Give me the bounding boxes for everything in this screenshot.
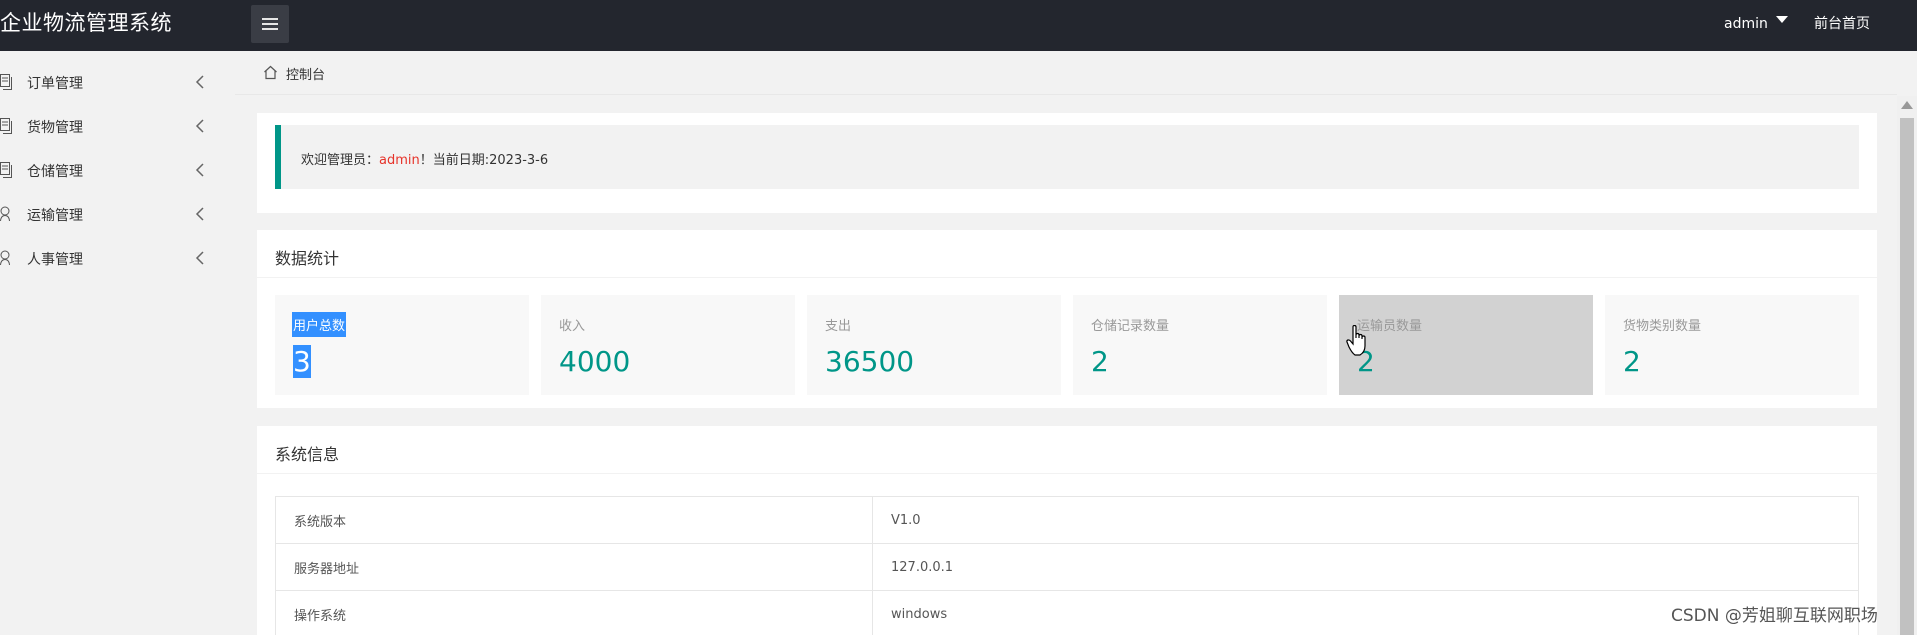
stat-label: 支出 — [825, 319, 852, 334]
stat-label: 收入 — [559, 319, 586, 334]
document-icon — [0, 74, 12, 90]
welcome-text: 欢迎管理员：admin！当前日期:2023-3-6 — [301, 149, 548, 168]
stat-value: 2 — [1091, 345, 1109, 378]
row-value: 127.0.0.1 — [872, 543, 1859, 591]
breadcrumb-console[interactable]: 控制台 — [286, 64, 325, 83]
stats-card: 数据统计 用户总数 3 收入 4000 支出 36500 仓储记录数量 2 运输… — [257, 230, 1877, 408]
sidebar-item-orders[interactable]: 订单管理 — [0, 61, 235, 105]
system-info-table: 系统版本 V1.0 服务器地址 127.0.0.1 操作系统 windows — [275, 496, 1859, 635]
table-row: 系统版本 V1.0 — [275, 496, 1859, 544]
app-title: 企业物流管理系统 — [0, 11, 172, 35]
welcome-username: admin — [379, 153, 420, 168]
stat-value: 4000 — [559, 345, 631, 378]
document-icon — [0, 118, 12, 134]
document-icon — [0, 162, 12, 178]
stat-expense[interactable]: 支出 36500 — [807, 295, 1061, 395]
user-icon — [0, 250, 10, 266]
user-dropdown[interactable]: admin — [1724, 12, 1788, 36]
stat-label: 用户总数 — [292, 312, 347, 337]
welcome-date: ！当前日期:2023-3-6 — [419, 153, 549, 168]
top-header: 企业物流管理系统 admin 前台首页 — [0, 0, 1917, 51]
sidebar-item-label: 货物管理 — [27, 120, 83, 136]
sidebar-item-transport[interactable]: 运输管理 — [0, 193, 235, 237]
sidebar-item-label: 订单管理 — [27, 76, 83, 92]
welcome-card: 欢迎管理员：admin！当前日期:2023-3-6 — [257, 113, 1877, 213]
sidebar-item-goods[interactable]: 货物管理 — [0, 105, 235, 149]
welcome-banner: 欢迎管理员：admin！当前日期:2023-3-6 — [275, 125, 1859, 189]
stat-label: 货物类别数量 — [1623, 319, 1702, 334]
divider — [257, 473, 1877, 474]
stat-label: 仓储记录数量 — [1091, 319, 1170, 334]
scroll-up-arrow-icon[interactable] — [1901, 101, 1913, 109]
table-row: 服务器地址 127.0.0.1 — [275, 543, 1859, 591]
stats-title: 数据统计 — [275, 249, 340, 268]
menu-toggle-button[interactable] — [251, 5, 289, 43]
stat-user-total[interactable]: 用户总数 3 — [275, 295, 529, 395]
stat-value: 2 — [1623, 345, 1641, 378]
user-icon — [0, 206, 10, 222]
stat-transporters[interactable]: 运输员数量 2 — [1339, 295, 1593, 395]
chevron-left-icon — [195, 207, 204, 221]
home-icon[interactable] — [263, 65, 278, 80]
stat-warehouse-records[interactable]: 仓储记录数量 2 — [1073, 295, 1327, 395]
hand-cursor-icon — [1346, 325, 1366, 356]
chevron-left-icon — [195, 163, 204, 177]
row-key: 系统版本 — [275, 496, 873, 544]
caret-down-icon — [1775, 16, 1788, 23]
welcome-prefix: 欢迎管理员： — [301, 153, 380, 168]
stat-value: 3 — [293, 345, 311, 378]
table-row: 操作系统 windows — [275, 590, 1859, 635]
sidebar-item-hr[interactable]: 人事管理 — [0, 237, 235, 281]
sidebar-item-warehouse[interactable]: 仓储管理 — [0, 149, 235, 193]
system-info-title: 系统信息 — [275, 445, 340, 464]
sidebar: 订单管理 货物管理 仓储管理 运输管理 人事管理 — [0, 51, 235, 635]
row-value: V1.0 — [872, 496, 1859, 544]
row-key: 服务器地址 — [275, 543, 873, 591]
sidebar-item-label: 仓储管理 — [27, 164, 83, 180]
scrollbar-thumb[interactable] — [1900, 118, 1914, 635]
stat-value: 36500 — [825, 345, 915, 378]
sidebar-item-label: 运输管理 — [27, 208, 83, 224]
breadcrumb: 控制台 — [235, 51, 1897, 95]
system-info-card: 系统信息 系统版本 V1.0 服务器地址 127.0.0.1 操作系统 wind… — [257, 426, 1877, 635]
username: admin — [1724, 16, 1768, 32]
stat-goods-categories[interactable]: 货物类别数量 2 — [1605, 295, 1859, 395]
chevron-left-icon — [195, 119, 204, 133]
row-key: 操作系统 — [275, 590, 873, 635]
stat-income[interactable]: 收入 4000 — [541, 295, 795, 395]
hamburger-icon — [262, 18, 278, 30]
divider — [257, 277, 1877, 278]
watermark-text: CSDN @芳姐聊互联网职场 — [1671, 606, 1878, 626]
sidebar-item-label: 人事管理 — [27, 252, 83, 268]
chevron-left-icon — [195, 75, 204, 89]
front-page-link[interactable]: 前台首页 — [1814, 12, 1870, 36]
chevron-left-icon — [195, 251, 204, 265]
